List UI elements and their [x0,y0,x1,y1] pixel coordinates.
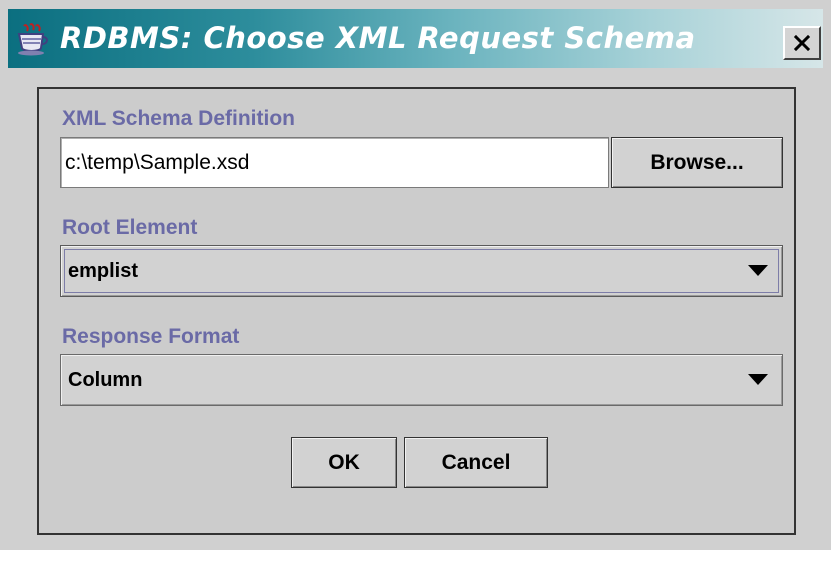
schema-definition-label: XML Schema Definition [62,107,295,130]
chevron-down-icon[interactable] [748,374,768,385]
title-bar[interactable]: RDBMS: Choose XML Request Schema [8,9,823,68]
root-element-label: Root Element [62,216,198,239]
close-button[interactable] [783,26,821,60]
response-format-value: Column [68,368,143,391]
response-format-label: Response Format [62,325,240,348]
close-icon [794,35,810,51]
browse-button[interactable]: Browse... [611,137,783,188]
focus-ring [64,249,779,293]
window-title: RDBMS: Choose XML Request Schema [60,21,696,55]
root-element-dropdown[interactable]: emplist [60,245,783,297]
ok-button[interactable]: OK [291,437,397,488]
java-coffee-cup-icon [15,22,49,56]
response-format-dropdown[interactable]: Column [60,354,783,406]
chevron-down-icon[interactable] [748,265,768,276]
root-element-value: emplist [68,259,139,282]
cancel-button[interactable]: Cancel [404,437,548,488]
schema-path-input[interactable] [60,137,609,188]
choose-xml-request-schema-dialog: RDBMS: Choose XML Request Schema XML Sch… [0,0,831,550]
